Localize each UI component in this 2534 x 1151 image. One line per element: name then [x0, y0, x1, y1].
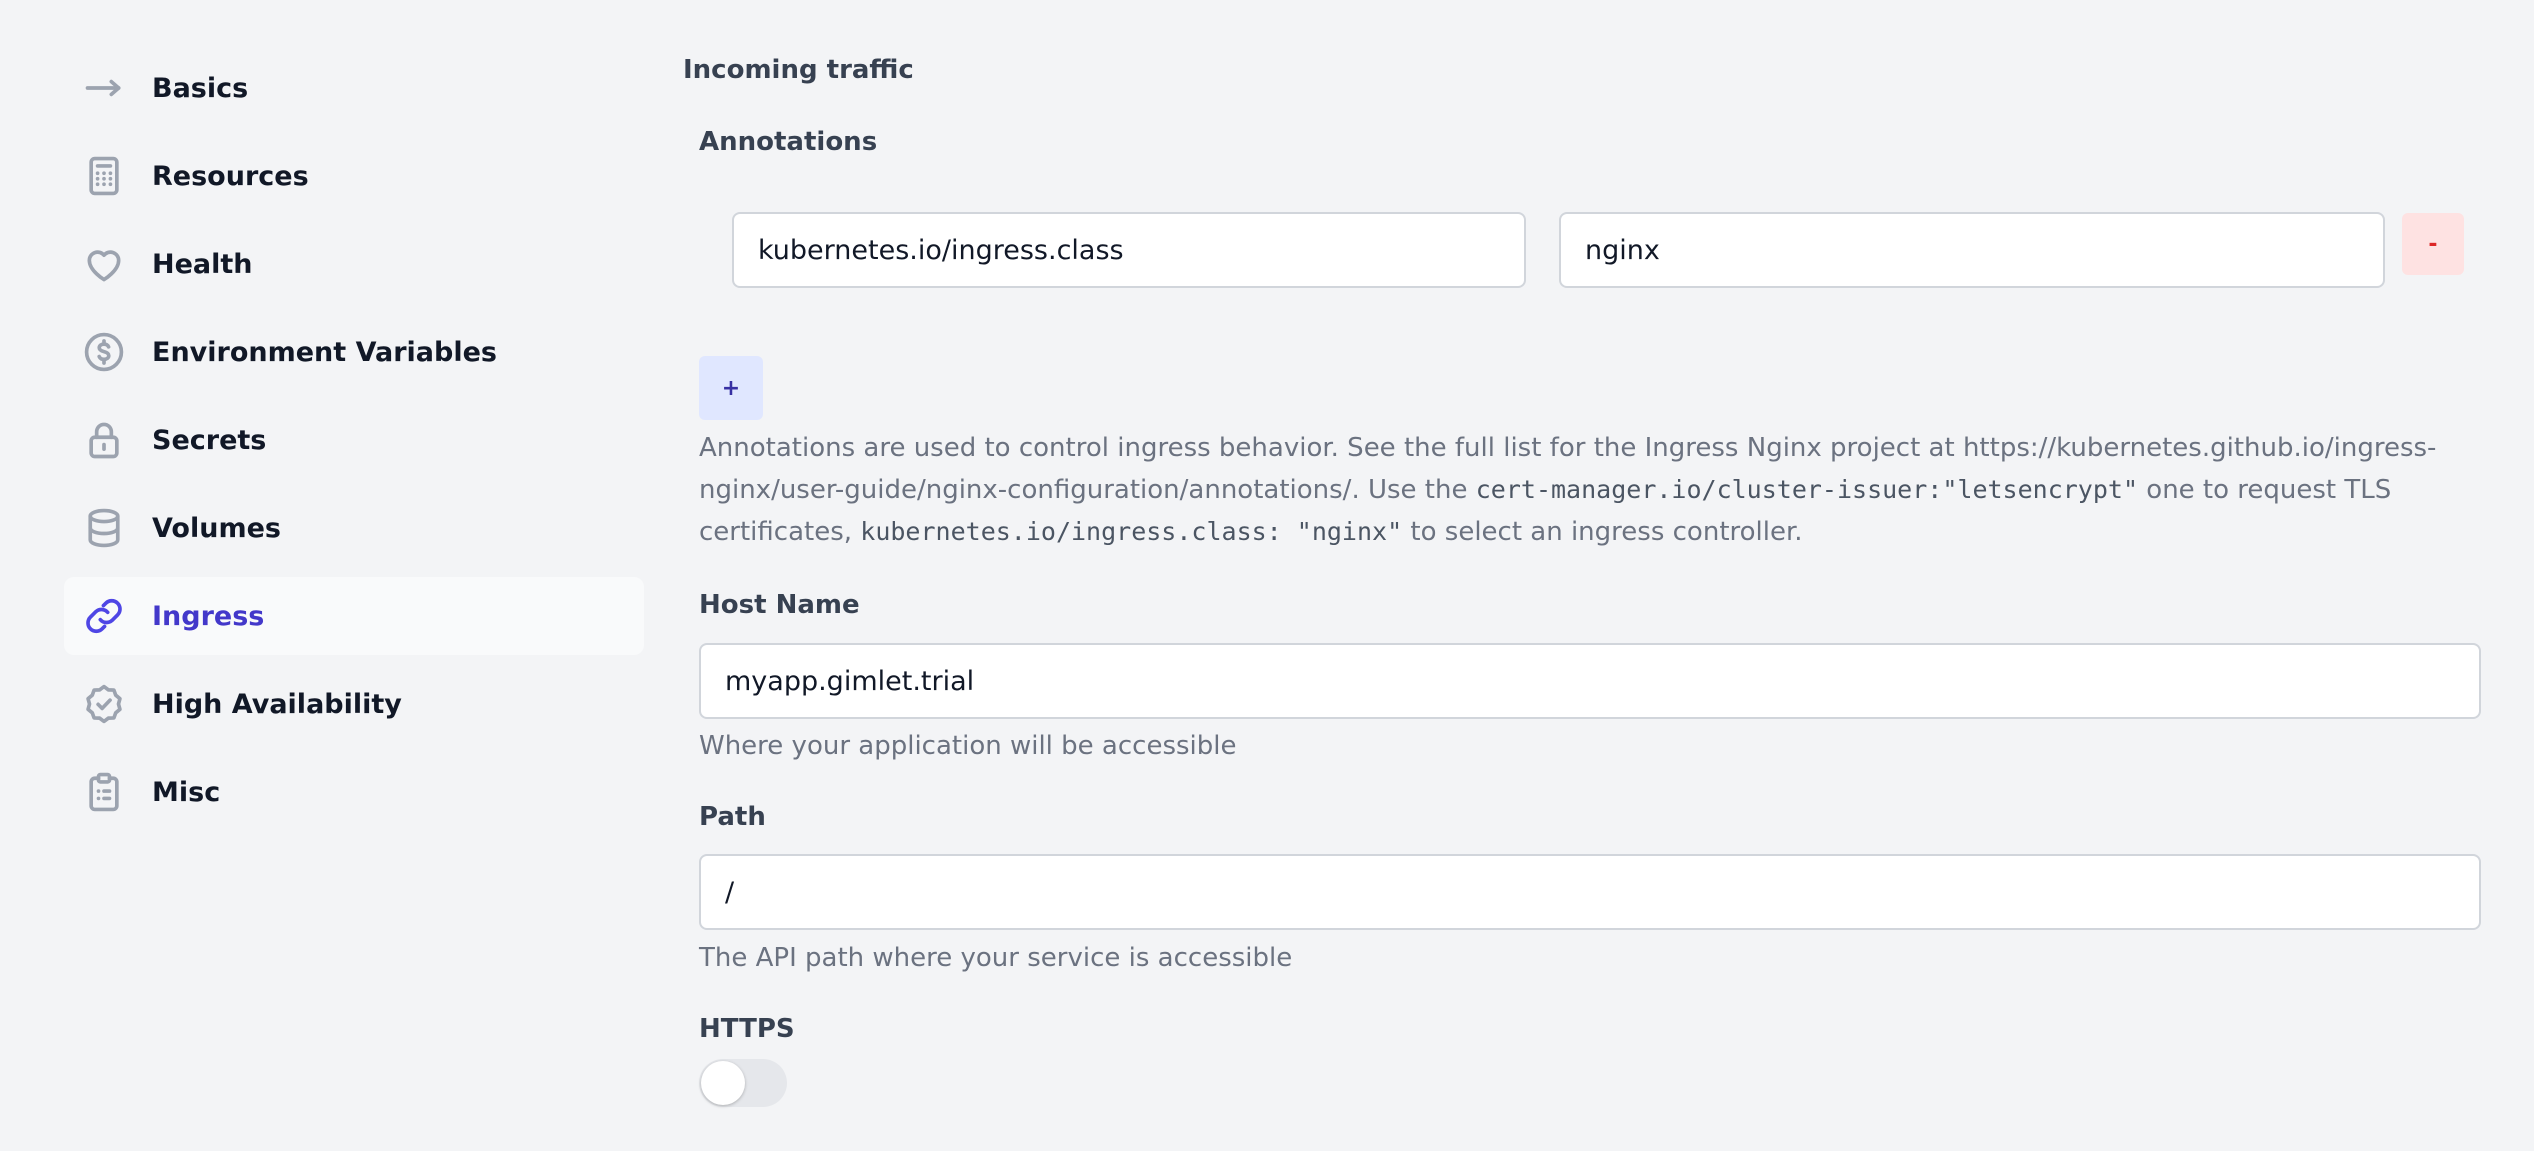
sidebar-item-high-availability[interactable]: High Availability [64, 665, 644, 743]
sidebar-item-label: Resources [152, 160, 309, 192]
sidebar-item-environment-variables[interactable]: Environment Variables [64, 313, 644, 391]
path-help: The API path where your service is acces… [699, 943, 1293, 973]
section-title: Incoming traffic [683, 55, 914, 85]
sidebar-item-volumes[interactable]: Volumes [64, 489, 644, 567]
toggle-knob [701, 1061, 745, 1105]
annotations-help-text-3: to select an ingress controller. [1402, 517, 1803, 547]
remove-annotation-button[interactable]: - [2402, 213, 2464, 275]
sidebar-item-secrets[interactable]: Secrets [64, 401, 644, 479]
annotation-key-input[interactable]: kubernetes.io/ingress.class [732, 212, 1526, 288]
sidebar-item-label: Environment Variables [152, 336, 497, 368]
sidebar-item-resources[interactable]: Resources [64, 137, 644, 215]
cert-manager-code: cert-manager.io/cluster-issuer:"letsencr… [1475, 475, 2139, 504]
lock-icon [80, 416, 128, 464]
sidebar-item-ingress[interactable]: Ingress [64, 577, 644, 655]
sidebar-item-label: Misc [152, 776, 221, 808]
badge-check-icon [80, 680, 128, 728]
annotations-title: Annotations [699, 127, 878, 157]
host-name-help: Where your application will be accessibl… [699, 731, 1237, 761]
calculator-icon [80, 152, 128, 200]
sidebar-item-label: Basics [152, 72, 249, 104]
sidebar-item-health[interactable]: Health [64, 225, 644, 303]
currency-dollar-icon [80, 328, 128, 376]
path-label: Path [699, 802, 766, 832]
link-icon [80, 592, 128, 640]
sidebar-item-label: Secrets [152, 424, 267, 456]
heart-icon [80, 240, 128, 288]
sidebar-item-basics[interactable]: Basics [64, 49, 644, 127]
host-name-label: Host Name [699, 590, 860, 620]
sidebar-item-label: Ingress [152, 600, 265, 632]
database-icon [80, 504, 128, 552]
ingress-class-code: kubernetes.io/ingress.class: "nginx" [860, 517, 1403, 546]
annotation-value-input[interactable]: nginx [1559, 212, 2385, 288]
path-input[interactable]: / [699, 854, 2481, 930]
sidebar-item-misc[interactable]: Misc [64, 753, 644, 831]
annotations-help: Annotations are used to control ingress … [699, 428, 2499, 553]
https-toggle[interactable] [699, 1059, 787, 1107]
clipboard-list-icon [80, 768, 128, 816]
host-name-input[interactable]: myapp.gimlet.trial [699, 643, 2481, 719]
sidebar-nav: Basics Resources Health Environment Vari… [64, 49, 644, 841]
https-label: HTTPS [699, 1014, 795, 1044]
sidebar-item-label: Volumes [152, 512, 281, 544]
add-annotation-button[interactable]: + [699, 356, 763, 420]
sidebar-item-label: Health [152, 248, 253, 280]
sidebar-item-label: High Availability [152, 688, 402, 720]
arrow-right-icon [80, 64, 128, 112]
